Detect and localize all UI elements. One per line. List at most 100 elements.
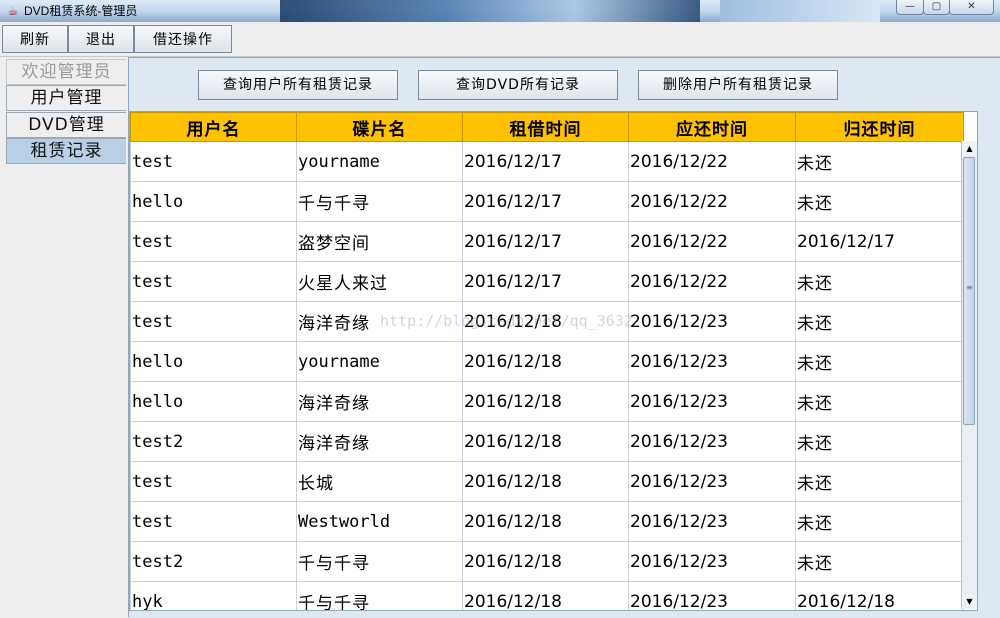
cell-rent-time[interactable]: 2016/12/18 [462,421,629,462]
cell-return-time[interactable]: 未还 [795,261,964,302]
query-dvd-records-button[interactable]: 查询DVD所有记录 [418,70,618,100]
cell-return-time[interactable]: 未还 [795,181,964,222]
cell-username[interactable]: hello [130,341,297,382]
cell-due-time[interactable]: 2016/12/23 [628,501,796,542]
cell-rent-time[interactable]: 2016/12/18 [462,341,629,382]
cell-rent-time[interactable]: 2016/12/18 [462,301,629,342]
scroll-up-arrow-icon[interactable]: ▲ [962,141,977,156]
cell-due-time[interactable]: 2016/12/22 [628,221,796,262]
cell-disc-name[interactable]: Westworld [296,501,463,542]
cell-rent-time[interactable]: 2016/12/17 [462,261,629,302]
borrow-return-button[interactable]: 借还操作 [134,25,232,53]
cell-return-time[interactable]: 未还 [795,381,964,422]
rental-records-table[interactable]: 用户名 碟片名 租借时间 应还时间 归还时间 test yourname 2016/… [129,111,978,611]
query-user-records-button[interactable]: 查询用户所有租赁记录 [198,70,398,100]
cell-return-time[interactable]: 未还 [795,421,964,462]
cell-due-time[interactable]: 2016/12/22 [628,141,796,182]
sidebar-item-welcome: 欢迎管理员 [6,59,126,85]
cell-disc-name[interactable]: yourname [296,341,463,382]
cell-disc-name[interactable]: 火星人来过 [296,261,463,302]
cell-disc-name[interactable]: 长城 [296,461,463,502]
table-row[interactable]: hello 海洋奇缘 2016/12/18 2016/12/23 未还 [130,381,964,422]
cell-username[interactable]: test [130,141,297,182]
table-row[interactable]: test 长城 2016/12/18 2016/12/23 未还 [130,461,964,502]
cell-username[interactable]: hello [130,381,297,422]
cell-disc-name[interactable]: yourname [296,141,463,182]
cell-username[interactable]: test2 [130,421,297,462]
cell-due-time[interactable]: 2016/12/23 [628,381,796,422]
table-row[interactable]: test Westworld 2016/12/18 2016/12/23 未还 [130,501,964,542]
cell-username[interactable]: test2 [130,541,297,582]
table-row[interactable]: test 火星人来过 2016/12/17 2016/12/22 未还 [130,261,964,302]
scroll-down-arrow-icon[interactable]: ▼ [962,594,977,609]
cell-rent-time[interactable]: 2016/12/17 [462,181,629,222]
cell-return-time[interactable]: 未还 [795,141,964,182]
cell-disc-name[interactable]: 海洋奇缘 [296,421,463,462]
title-bar[interactable]: ☕ DVD租赁系统-管理员 — ▢ ✕ [0,0,1000,22]
app-window: ☕ DVD租赁系统-管理员 — ▢ ✕ 刷新 退出 借还操作 欢迎管理员 用户管… [0,0,1000,618]
scrollbar-thumb[interactable]: ≡ [963,157,975,425]
cell-username[interactable]: test [130,221,297,262]
cell-username[interactable]: test [130,461,297,502]
column-header-disc-name[interactable]: 碟片名 [296,112,463,142]
table-row[interactable]: test2 千与千寻 2016/12/18 2016/12/23 未还 [130,541,964,582]
table-row[interactable]: hello 千与千寻 2016/12/17 2016/12/22 未还 [130,181,964,222]
vertical-scrollbar[interactable]: ▲ ≡ ▼ [961,141,977,609]
cell-username[interactable]: hello [130,181,297,222]
table-row[interactable]: hello yourname 2016/12/18 2016/12/23 未还 [130,341,964,382]
cell-rent-time[interactable]: 2016/12/18 [462,461,629,502]
column-header-due-time[interactable]: 应还时间 [628,112,796,142]
minimize-button[interactable]: — [896,0,924,15]
sidebar-item-user-management[interactable]: 用户管理 [6,85,126,111]
cell-disc-name[interactable]: 千与千寻 [296,181,463,222]
cell-due-time[interactable]: 2016/12/22 [628,181,796,222]
sidebar-item-rental-records[interactable]: 租赁记录 [6,138,126,164]
cell-due-time[interactable]: 2016/12/23 [628,581,796,610]
refresh-button[interactable]: 刷新 [2,25,68,53]
maximize-button[interactable]: ▢ [923,0,950,15]
cell-username[interactable]: test [130,501,297,542]
table-body: test yourname 2016/12/17 2016/12/22 未还 hello 千… [130,141,964,610]
column-header-rent-time[interactable]: 租借时间 [462,112,629,142]
cell-username[interactable]: test [130,261,297,302]
cell-due-time[interactable]: 2016/12/23 [628,541,796,582]
cell-return-time[interactable]: 2016/12/17 [795,221,964,262]
cell-rent-time[interactable]: 2016/12/18 [462,501,629,542]
cell-disc-name[interactable]: 千与千寻 [296,541,463,582]
cell-disc-name[interactable]: 海洋奇缘 [296,301,463,342]
cell-rent-time[interactable]: 2016/12/17 [462,141,629,182]
sidebar-item-dvd-management[interactable]: DVD管理 [6,112,126,138]
cell-disc-name[interactable]: 海洋奇缘 [296,381,463,422]
cell-return-time[interactable]: 未还 [795,341,964,382]
cell-rent-time[interactable]: 2016/12/18 [462,541,629,582]
table-row[interactable]: test 盗梦空间 2016/12/17 2016/12/22 2016/12/17 [130,221,964,262]
cell-disc-name[interactable]: 盗梦空间 [296,221,463,262]
table-header-row: 用户名 碟片名 租借时间 应还时间 归还时间 [130,112,964,142]
cell-return-time[interactable]: 未还 [795,541,964,582]
exit-button[interactable]: 退出 [68,25,134,53]
table-row[interactable]: test 海洋奇缘 2016/12/18 2016/12/23 未还 [130,301,964,342]
cell-disc-name[interactable]: 千与千寻 [296,581,463,610]
cell-due-time[interactable]: 2016/12/23 [628,421,796,462]
column-header-username[interactable]: 用户名 [130,112,297,142]
delete-user-records-button[interactable]: 删除用户所有租赁记录 [638,70,838,100]
cell-due-time[interactable]: 2016/12/23 [628,301,796,342]
cell-due-time[interactable]: 2016/12/23 [628,341,796,382]
table-row[interactable]: hyk 千与千寻 2016/12/18 2016/12/23 2016/12/18 [130,581,964,610]
cell-rent-time[interactable]: 2016/12/18 [462,381,629,422]
cell-return-time[interactable]: 未还 [795,301,964,342]
table-row[interactable]: test2 海洋奇缘 2016/12/18 2016/12/23 未还 [130,421,964,462]
table-row[interactable]: test yourname 2016/12/17 2016/12/22 未还 [130,141,964,182]
cell-due-time[interactable]: 2016/12/22 [628,261,796,302]
cell-due-time[interactable]: 2016/12/23 [628,461,796,502]
cell-rent-time[interactable]: 2016/12/18 [462,581,629,610]
window-title: DVD租赁系统-管理员 [24,4,138,18]
cell-username[interactable]: test [130,301,297,342]
close-button[interactable]: ✕ [949,0,994,15]
column-header-return-time[interactable]: 归还时间 [795,112,964,142]
cell-return-time[interactable]: 2016/12/18 [795,581,964,610]
cell-username[interactable]: hyk [130,581,297,610]
cell-return-time[interactable]: 未还 [795,461,964,502]
cell-return-time[interactable]: 未还 [795,501,964,542]
cell-rent-time[interactable]: 2016/12/17 [462,221,629,262]
